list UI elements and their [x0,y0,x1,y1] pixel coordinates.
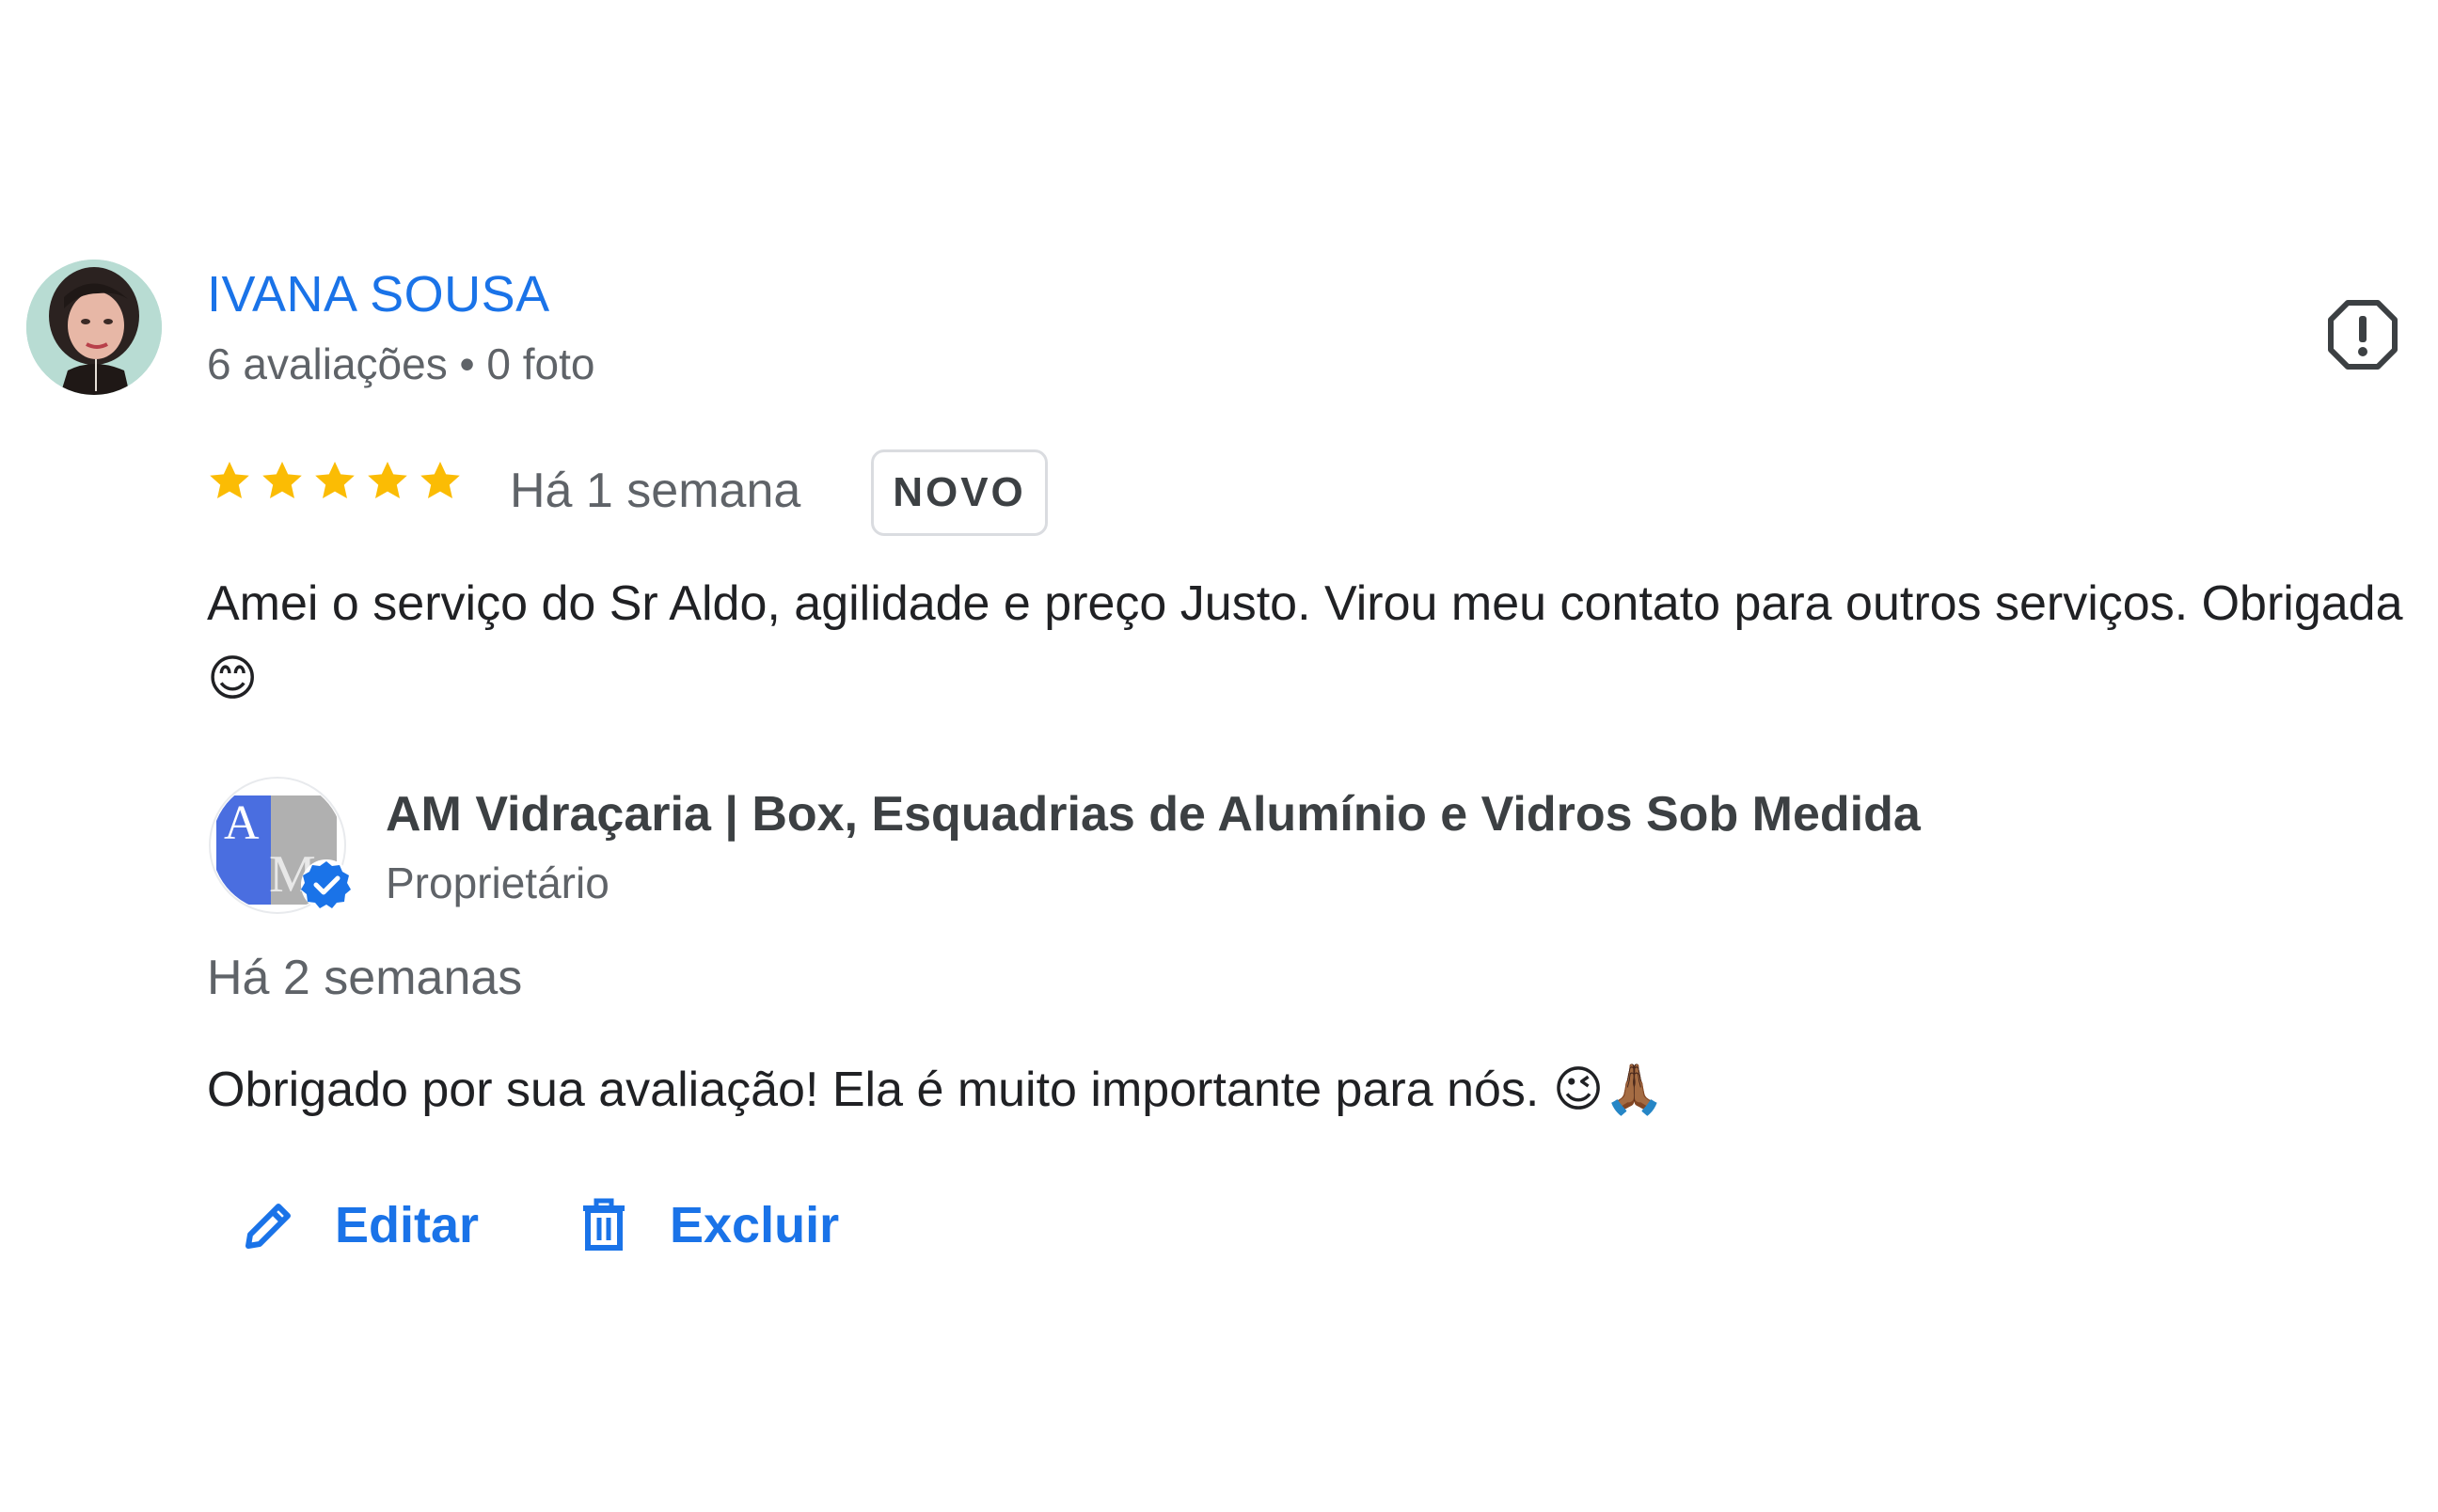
delete-button[interactable]: Excluir [576,1196,839,1254]
verified-check-icon [299,858,354,912]
edit-button[interactable]: Editar [241,1196,479,1254]
report-icon[interactable] [2327,299,2398,370]
review-time: Há 1 semana [510,464,801,518]
pencil-icon [241,1197,297,1253]
review-text: Amei o serviço do Sr Aldo, agilidade e p… [207,576,2403,706]
review-card: IVANA SOUSA 6 avaliações • 0 foto Há 1 s… [0,0,2438,1512]
edit-label: Editar [335,1197,480,1253]
new-badge: NOVO [871,449,1048,536]
star-icon [210,462,249,498]
reply-text: Obrigado por sua avaliação! Ela é muito … [207,1063,1665,1117]
trash-icon [576,1197,632,1253]
owner-logo-letter-a: A [224,796,260,850]
owner-role: Proprietário [386,858,610,907]
delete-label: Excluir [670,1197,840,1253]
star-icon [420,462,460,498]
rating-stars [207,459,463,504]
star-icon [315,462,355,498]
owner-name: AM Vidraçaria | Box, Esquadrias de Alumí… [386,787,1921,842]
reviewer-name[interactable]: IVANA SOUSA [207,265,550,323]
reply-time: Há 2 semanas [207,951,523,1005]
reviewer-meta: 6 avaliações • 0 foto [207,339,595,388]
reviewer-avatar-image [26,260,162,395]
reviewer-avatar[interactable] [26,260,162,395]
star-icon [368,462,407,498]
star-icon [262,462,302,498]
